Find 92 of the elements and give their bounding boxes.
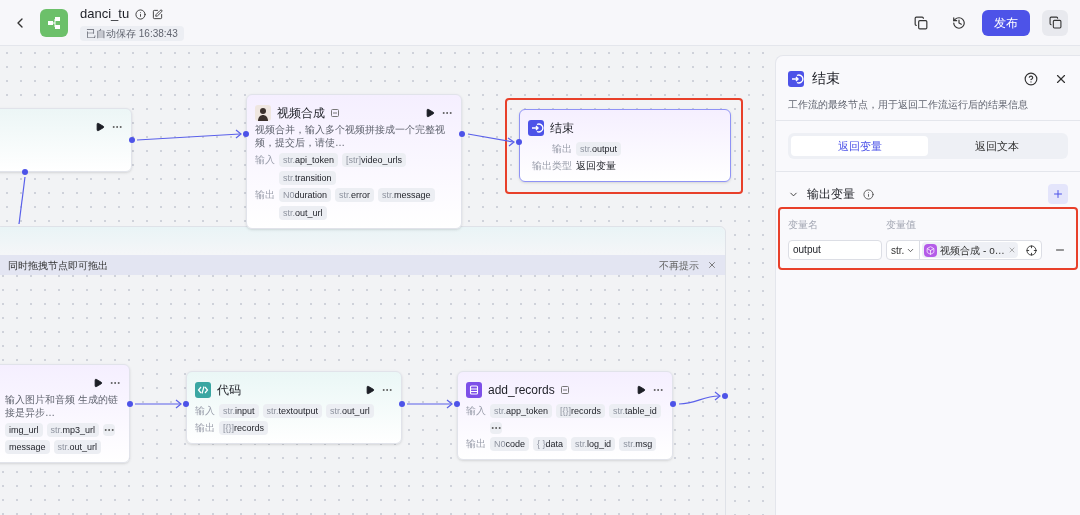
row-label: 输出类型 (531, 159, 572, 173)
connector (467, 133, 515, 147)
history-icon[interactable] (952, 15, 966, 30)
run-icon[interactable] (95, 122, 105, 132)
parameter-tag: str.table_id (609, 404, 661, 418)
more-icon[interactable] (490, 422, 502, 434)
help-icon[interactable] (1024, 71, 1038, 86)
parameter-tag: [str]video_urls (342, 153, 407, 167)
connector (406, 399, 453, 409)
row-label: 输出 (255, 188, 275, 202)
publish-button[interactable]: 发布 (982, 9, 1030, 36)
node-title: 结束 (550, 120, 574, 137)
parameter-tag: str.mp3_url (46, 423, 100, 437)
row-label: 输出 (466, 437, 486, 451)
connector (134, 399, 182, 409)
row-label: 输入 (255, 153, 275, 167)
panel-description: 工作流的最终节点，用于返回工作流运行后的结果信息 (776, 89, 1080, 121)
type-select[interactable]: str. (887, 241, 921, 259)
edit-icon[interactable] (152, 8, 164, 20)
run-icon[interactable] (365, 385, 375, 395)
name-field[interactable]: output (788, 240, 882, 260)
node-title: 视频合成 (277, 105, 325, 122)
column-header: 变量名 (788, 218, 819, 232)
parameter-tag: str.textoutput (262, 404, 323, 418)
parameter-tag: str.app_token (490, 404, 553, 418)
duplicate-icon[interactable] (914, 15, 928, 30)
workflow-title: danci_tu (80, 5, 130, 24)
copy-button[interactable] (1042, 9, 1068, 36)
exit-icon (528, 120, 544, 136)
row-value: 返回变量 (576, 159, 616, 173)
plus-icon (1052, 188, 1064, 200)
parameter-tag: str.transition (279, 171, 336, 185)
workflow-node[interactable] (0, 108, 132, 172)
node-description: 输入图片和音频 生成的链接是异步… (4, 393, 119, 419)
workflow-node[interactable]: 视频合成 视频合并，输入多个视频拼接成一个完整视频，提交后，请使… 输入 str.api_token [str]video_urls str.transition 输出 N0duration str.error str.message str.out_url (246, 94, 462, 229)
app-logo (40, 8, 68, 37)
tab[interactable]: 返回文本 (928, 136, 1065, 156)
workflow-node[interactable]: 代码 输入 str.input str.textoutput str.out_url 输出 [{}]records (186, 371, 402, 444)
parameter-tag: str.input (219, 404, 259, 418)
reference-chip[interactable]: 视频合成 - o… (922, 242, 1018, 258)
parameter-tag: str.error (335, 188, 375, 202)
autosave-badge: 已自动保存 16:38:43 (80, 25, 184, 41)
parameter-tag: { }data (533, 437, 568, 451)
parameter-tag: str.api_token (279, 153, 339, 167)
parameter-tag: str.output (576, 142, 622, 156)
exit-icon (788, 70, 804, 87)
column-header: 变量值 (886, 218, 916, 232)
parameter-tag: str.message (378, 188, 435, 202)
parameter-tag: [{}]records (556, 404, 606, 418)
parameter-tag: message (5, 440, 50, 454)
connector (678, 391, 721, 405)
row-label: 输入 (466, 404, 486, 418)
parameter-tag: [{}]records (219, 421, 269, 435)
row-label: 输出 (195, 421, 215, 435)
reference-label: 视频合成 - o… (940, 243, 1005, 258)
value-field[interactable]: str. 视频合成 - o… (886, 240, 1042, 260)
workflow-node[interactable]: 输入图片和音频 生成的链接是异步… img_url str.mp3_url message str.out_url (0, 364, 130, 463)
table-icon (466, 382, 482, 398)
info-icon[interactable] (863, 188, 874, 200)
parameter-tag: str.out_url (279, 206, 327, 220)
panel-title: 结束 (812, 69, 840, 88)
node-title: 代码 (217, 382, 241, 399)
copy-icon (1048, 16, 1062, 29)
more-icon[interactable] (103, 424, 116, 436)
node-title: add_records (488, 382, 555, 399)
target-icon[interactable] (1026, 244, 1037, 256)
parameter-tag: str.msg (619, 437, 657, 451)
parameter-tag: str.log_id (571, 437, 616, 451)
parameter-tag: img_url (5, 423, 43, 437)
badge-icon (560, 386, 569, 394)
row-label: 输入 (195, 404, 215, 418)
cube-icon (924, 243, 938, 257)
dismiss-link[interactable]: 不再提示 (659, 257, 699, 273)
parameter-tag: str.out_url (326, 404, 374, 418)
row-label: 输出 (551, 142, 572, 156)
parameter-tag: N0duration (279, 188, 332, 202)
hint-text: 同时拖拽节点即可拖出 (8, 258, 108, 273)
badge-icon (331, 109, 339, 117)
avatar-icon (255, 105, 271, 121)
workflow-node[interactable]: add_records 输入 str.app_token [{}]records str.table_id 输出 N0code { }data str.log_id str.msg (457, 371, 673, 460)
info-icon[interactable] (135, 8, 147, 20)
section-title: 输出变量 (807, 186, 855, 203)
code-icon (195, 382, 211, 398)
tab[interactable]: 返回变量 (791, 136, 928, 156)
run-icon[interactable] (93, 378, 103, 388)
connector (18, 176, 26, 225)
parameter-tag: N0code (490, 437, 530, 451)
run-icon[interactable] (425, 108, 435, 118)
workflow-node[interactable]: 结束 输出 str.output 输出类型 返回变量 (519, 109, 731, 182)
run-icon[interactable] (636, 385, 646, 395)
node-description: 视频合并，输入多个视频拼接成一个完整视频，提交后，请使… (254, 123, 446, 149)
parameter-tag: str.out_url (53, 440, 102, 454)
